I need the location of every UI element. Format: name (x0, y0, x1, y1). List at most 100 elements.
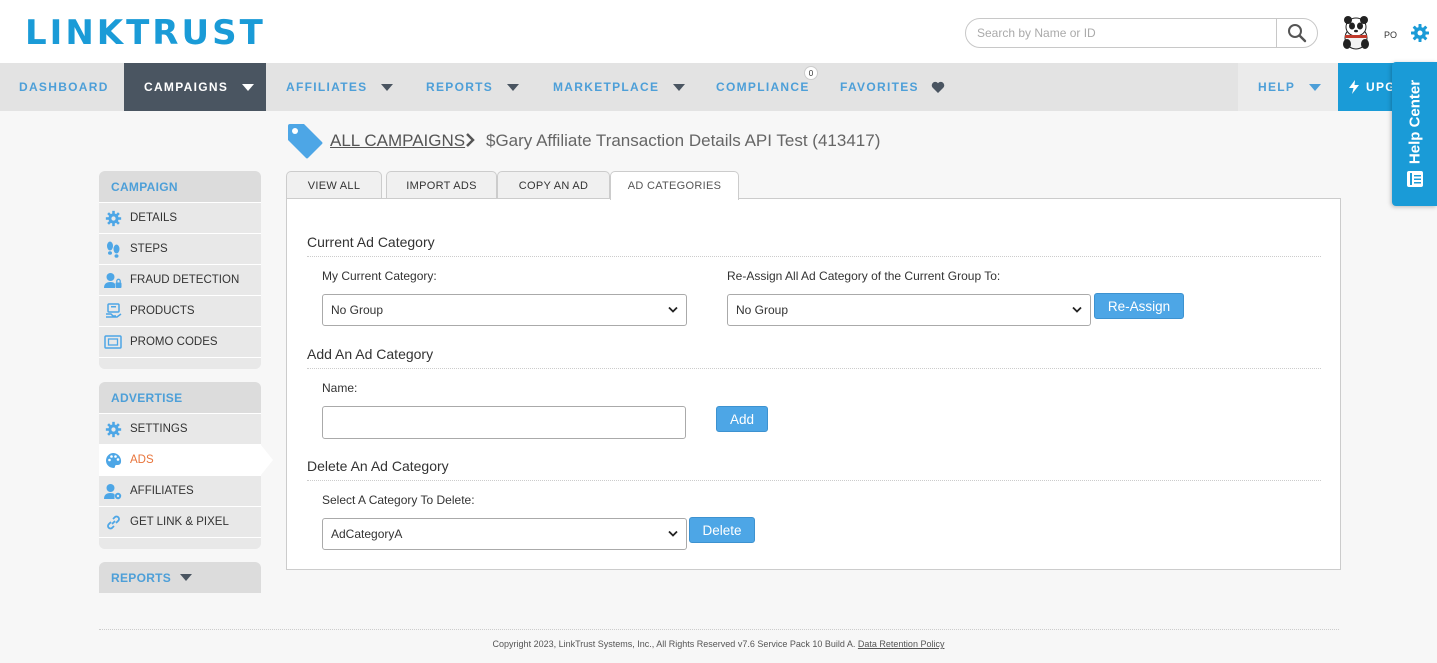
copyright-text: Copyright 2023, LinkTrust Systems, Inc.,… (492, 639, 856, 649)
sidebar-item-affiliates[interactable]: AFFILIATES (99, 475, 261, 506)
footsteps-icon (104, 240, 122, 258)
tab-ad-categories[interactable]: AD CATEGORIES (610, 171, 739, 200)
sidebar-item-steps[interactable]: STEPS (99, 233, 261, 264)
nav-affiliates[interactable]: AFFILIATES (286, 63, 394, 111)
products-icon (104, 302, 122, 320)
sidebar-item-label: FRAUD DETECTION (130, 274, 240, 286)
gear-icon (104, 420, 122, 438)
nav-dashboard[interactable]: DASHBOARD (19, 63, 109, 111)
sidebar-item-label: AFFILIATES (130, 485, 194, 497)
chevron-right-icon (466, 133, 475, 147)
nav-favorites-label: FAVORITES (840, 80, 919, 94)
chevron-down-icon (381, 83, 394, 91)
tab-copy-an-ad[interactable]: COPY AN AD (497, 171, 610, 199)
heart-icon (931, 81, 945, 93)
divider (307, 368, 1321, 369)
main-nav: DASHBOARD CAMPAIGNS AFFILIATES REPORTS M… (0, 63, 1437, 111)
book-icon (1407, 171, 1423, 187)
sidebar-item-promo-codes[interactable]: PROMO CODES (99, 326, 261, 357)
reassign-button[interactable]: Re-Assign (1094, 293, 1184, 319)
delete-category-value: AdCategoryA (331, 527, 403, 541)
delete-button[interactable]: Delete (689, 517, 755, 543)
nav-help-label: HELP (1258, 80, 1296, 94)
sidebar-item-ads[interactable]: ADS (99, 444, 273, 475)
sidebar-item-products[interactable]: PRODUCTS (99, 295, 261, 326)
search-input[interactable] (966, 19, 1277, 47)
sidebar-item-fraud-detection[interactable]: FRAUD DETECTION (99, 264, 261, 295)
tab-import-ads[interactable]: IMPORT ADS (386, 171, 497, 199)
tab-label: VIEW ALL (307, 179, 361, 192)
avatar[interactable] (1339, 16, 1373, 50)
reassign-category-value: No Group (736, 303, 789, 317)
search-button[interactable] (1276, 19, 1317, 47)
help-center-tab[interactable]: Help Center (1392, 62, 1437, 206)
footer: Copyright 2023, LinkTrust Systems, Inc.,… (0, 639, 1437, 649)
chevron-down-icon (242, 83, 255, 91)
name-label: Name: (322, 381, 358, 395)
sidebar-campaign-section: CAMPAIGN DETAILS STEPS FRAUD DETECTION P… (99, 171, 261, 369)
nav-marketplace[interactable]: MARKETPLACE (553, 63, 686, 111)
tag-icon (288, 124, 323, 159)
reassign-label: Re-Assign All Ad Category of the Current… (727, 269, 1001, 283)
sidebar-item-label: GET LINK & PIXEL (130, 516, 229, 528)
sidebar-item-label: ADS (130, 454, 154, 466)
sidebar-item-details[interactable]: DETAILS (99, 202, 261, 233)
chevron-down-icon (180, 574, 193, 581)
sidebar-advertise-header: ADVERTISE (99, 382, 261, 413)
settings-gear-icon[interactable] (1410, 23, 1430, 43)
sidebar-item-label: STEPS (130, 243, 168, 255)
reassign-category-select[interactable]: No Group (727, 294, 1091, 326)
sidebar-campaign-header: CAMPAIGN (99, 171, 261, 202)
sidebar-item-label: PROMO CODES (130, 336, 218, 348)
chevron-down-icon (673, 83, 686, 91)
nav-affiliates-label: AFFILIATES (286, 80, 368, 94)
sidebar-section-footer (99, 357, 261, 369)
search-box (965, 18, 1318, 48)
tab-view-all[interactable]: VIEW ALL (286, 171, 382, 199)
nav-favorites[interactable]: FAVORITES (840, 63, 945, 111)
nav-campaigns[interactable]: CAMPAIGNS (124, 63, 266, 111)
divider (307, 480, 1321, 481)
breadcrumb-all-campaigns[interactable]: ALL CAMPAIGNS (330, 131, 465, 151)
add-button[interactable]: Add (716, 406, 768, 432)
tab-label: COPY AN AD (518, 179, 589, 192)
delete-category-select[interactable]: AdCategoryA (322, 518, 687, 550)
palette-icon (104, 451, 122, 469)
nav-reports-label: REPORTS (426, 80, 494, 94)
nav-marketplace-label: MARKETPLACE (553, 80, 660, 94)
current-category-title: Current Ad Category (307, 234, 435, 250)
user-initials[interactable]: PO (1384, 30, 1397, 40)
sidebar-section-footer (99, 537, 261, 549)
page-title: $Gary Affiliate Transaction Details API … (486, 131, 881, 150)
nav-compliance-label: COMPLIANCE (716, 80, 810, 94)
delete-select-label: Select A Category To Delete: (322, 493, 475, 507)
ticket-icon (104, 333, 122, 351)
linktrust-logo[interactable]: LINKTRUST (25, 13, 266, 53)
top-header: LINKTRUST PO (0, 0, 1437, 63)
chevron-down-icon (507, 83, 520, 91)
tab-label: AD CATEGORIES (627, 180, 722, 192)
sidebar-reports-section[interactable]: REPORTS (99, 562, 261, 593)
data-retention-policy-link[interactable]: Data Retention Policy (858, 639, 945, 649)
user-gear-icon (104, 482, 122, 500)
my-category-select[interactable]: No Group (322, 294, 687, 326)
my-category-value: No Group (331, 303, 384, 317)
my-category-label: My Current Category: (322, 269, 437, 283)
chevron-down-icon (1072, 306, 1082, 313)
add-category-title: Add An Ad Category (307, 346, 434, 362)
sidebar-advertise-section: ADVERTISE SETTINGS ADS AFFILIATES GET LI… (99, 382, 273, 549)
sidebar-item-label: PRODUCTS (130, 305, 195, 317)
chevron-down-icon (668, 530, 678, 537)
sidebar-reports-header[interactable]: REPORTS (99, 562, 261, 593)
nav-compliance[interactable]: COMPLIANCE (716, 63, 810, 111)
nav-reports[interactable]: REPORTS (426, 63, 520, 111)
sidebar-item-get-link-pixel[interactable]: GET LINK & PIXEL (99, 506, 261, 537)
footer-divider (99, 629, 1339, 630)
delete-category-title: Delete An Ad Category (307, 458, 449, 474)
nav-help[interactable]: HELP (1238, 63, 1338, 111)
ad-categories-panel: Current Ad Category My Current Category:… (286, 198, 1341, 570)
sidebar-item-label: DETAILS (130, 212, 178, 224)
nav-dashboard-label: DASHBOARD (19, 80, 109, 94)
sidebar-item-settings[interactable]: SETTINGS (99, 413, 261, 444)
category-name-input[interactable] (322, 406, 686, 439)
